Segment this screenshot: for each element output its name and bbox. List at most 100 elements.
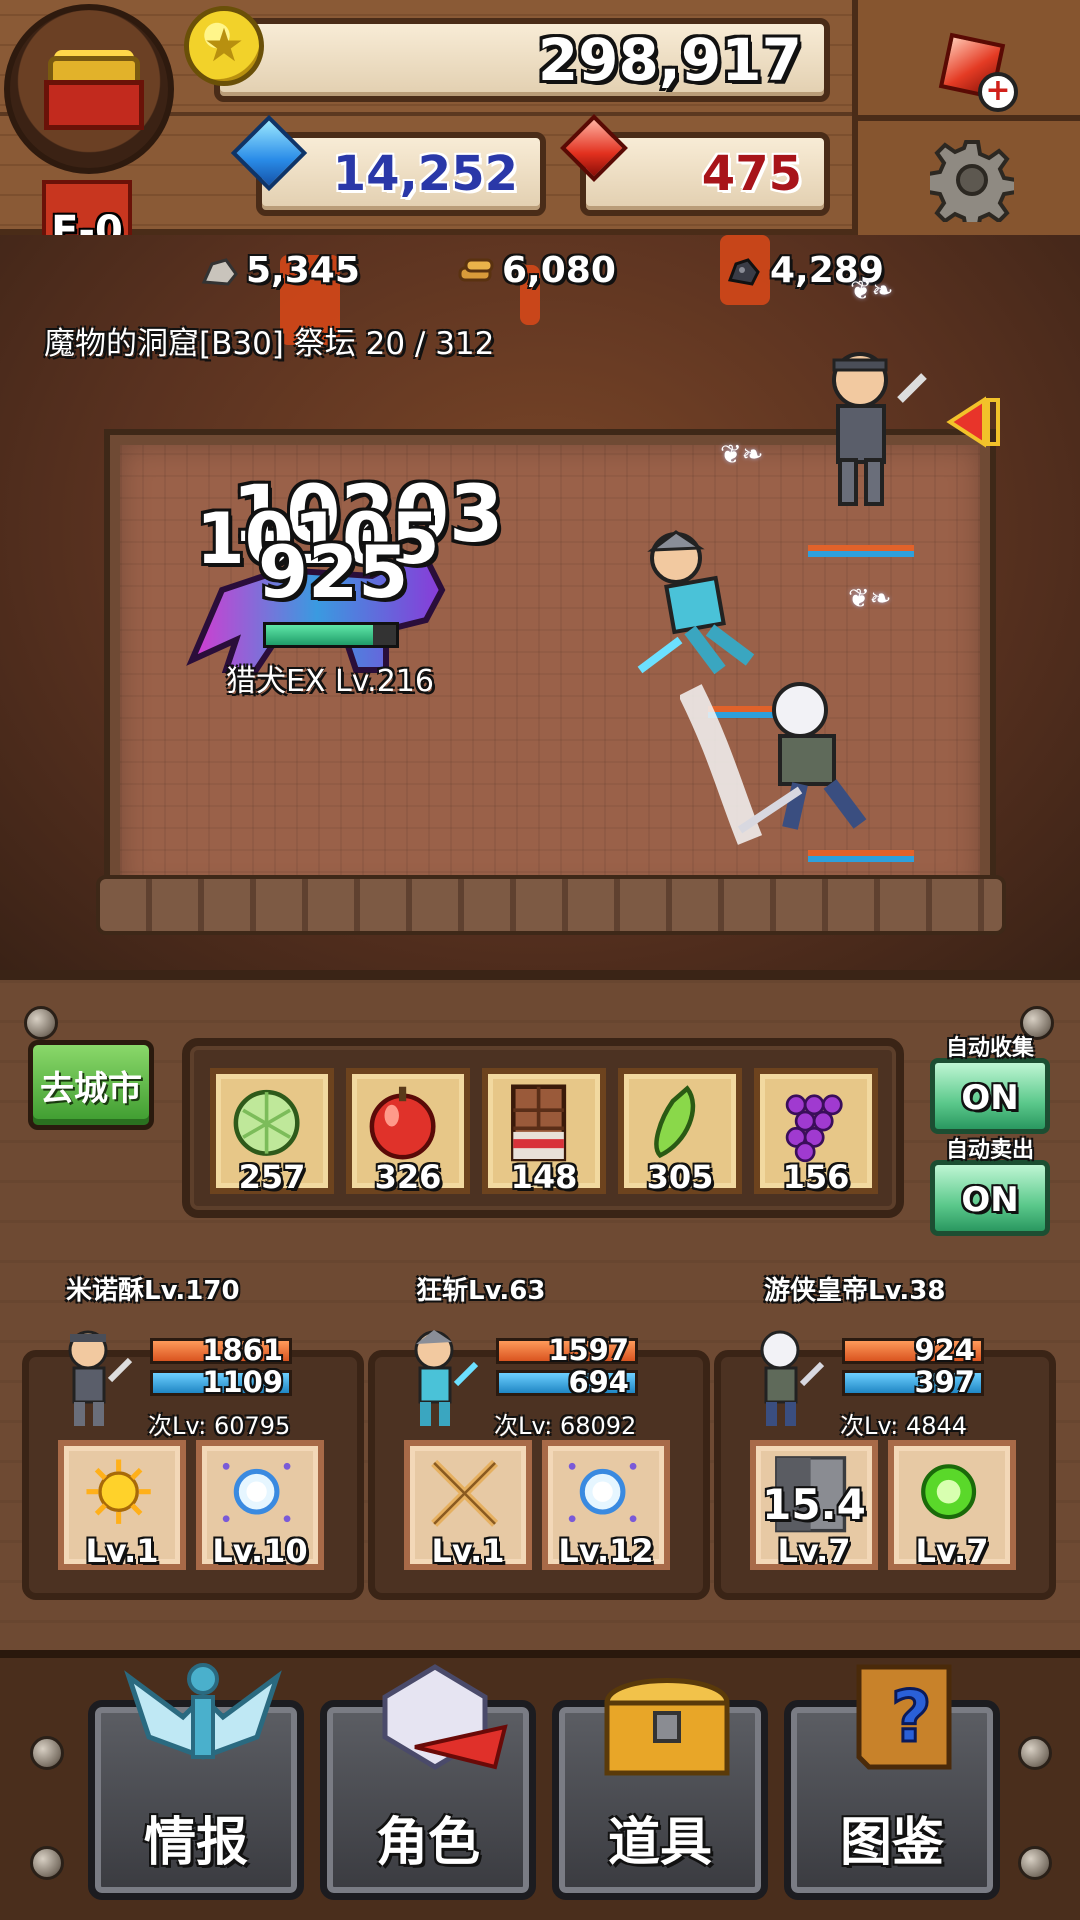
hero-mini-bar [808, 850, 914, 862]
character-portrait [760, 1330, 825, 1426]
gold-value: 298,917 [537, 26, 802, 94]
hero-mini-bar [808, 545, 914, 557]
info-icon [124, 1663, 282, 1760]
inventory-slot[interactable]: 305 [618, 1068, 742, 1196]
hero-sprite-kuangzhan[interactable] [630, 520, 780, 690]
bolt-decoration [30, 1736, 64, 1770]
go-to-town-button[interactable]: 去城市 [28, 1040, 154, 1130]
hero-sprite-ranger-emperor[interactable] [680, 670, 920, 850]
skill-level: Lv.7 [777, 1532, 851, 1570]
plus-icon: + [978, 72, 1018, 112]
skill-slot[interactable]: Lv.1 [404, 1440, 532, 1570]
bolt-decoration [1018, 1736, 1052, 1770]
skill-level: Lv.7 [915, 1532, 989, 1570]
character-card-ranger-emperor[interactable]: 游侠皇帝Lv.38 924 397 次Lv: 4844 15.4 Lv.7 Lv… [714, 1270, 1056, 1600]
hero-sprite-minosu[interactable] [800, 340, 930, 520]
auto-sell-label: 自动卖出 [945, 1138, 1034, 1163]
stage-info: 魔物的洞窟[B30] 祭坛 20 / 312 [44, 326, 495, 362]
auto-collect-toggle[interactable]: 自动收集 ON [930, 1030, 1050, 1134]
nav-items-button[interactable]: 道具 [552, 1678, 768, 1900]
skill-slot[interactable]: Lv.12 [542, 1440, 670, 1570]
skill-slot[interactable]: Lv.1 [58, 1440, 186, 1570]
treasure-chest-icon [44, 50, 144, 130]
buff-wing-icon: ❦❧ [848, 584, 892, 614]
item-count: 148 [510, 1158, 578, 1196]
nav-info-button[interactable]: 情报 [88, 1663, 304, 1900]
svg-text:?: ? [891, 1676, 932, 1758]
auto-collect-state: ON [930, 1058, 1050, 1134]
retreat-arrow-icon[interactable] [944, 392, 1004, 452]
mp-bar: 1109 [150, 1368, 292, 1397]
buff-wing-icon: ❦❧ [720, 440, 764, 470]
character-portrait [414, 1330, 479, 1426]
auto-sell-state: ON [930, 1160, 1050, 1236]
nav-label: 道具 [607, 1813, 712, 1873]
character-name: 游侠皇帝Lv.38 [764, 1276, 946, 1306]
inventory-bar: 257 326 148 305 156 [182, 1038, 904, 1218]
auto-collect-label: 自动收集 [945, 1036, 1034, 1061]
resource-wood: 6,080 [456, 250, 616, 291]
wood-value: 6,080 [502, 250, 616, 291]
nav-label: 图鉴 [839, 1813, 944, 1873]
gear-icon[interactable] [930, 138, 1014, 222]
skill-slot[interactable]: Lv.10 [196, 1440, 324, 1570]
treasure-emblem[interactable] [4, 4, 174, 174]
hp-bar: 924 [842, 1336, 984, 1365]
bolt-decoration [1018, 1846, 1052, 1880]
character-icon [382, 1664, 508, 1770]
nav-label: 情报 [143, 1813, 248, 1873]
character-name: 狂斩Lv.63 [416, 1276, 546, 1306]
skill-level: Lv.1 [431, 1532, 505, 1570]
character-name: 米诺酥Lv.170 [66, 1276, 240, 1306]
bolt-decoration [30, 1846, 64, 1880]
inventory-slot[interactable]: 156 [754, 1068, 878, 1196]
skill-cooldown: 15.4 [762, 1480, 866, 1529]
inventory-slot[interactable]: 148 [482, 1068, 606, 1196]
buy-gems-button[interactable]: + [938, 32, 1018, 112]
next-level-exp: 次Lv: 60795 [148, 1412, 291, 1440]
nav-label: 角色 [375, 1813, 480, 1873]
damage-number: 925 [258, 530, 409, 614]
encyclopedia-icon: ? [856, 1664, 952, 1770]
treasure-chest-icon [604, 1678, 730, 1776]
red-gem-value: 475 [701, 146, 802, 202]
item-count: 257 [238, 1158, 306, 1196]
character-portrait [68, 1330, 133, 1426]
next-level-exp: 次Lv: 68092 [494, 1412, 637, 1440]
blue-gem-value: 14,252 [332, 146, 518, 202]
nav-character-button[interactable]: 角色 [320, 1664, 536, 1900]
panel-divider [858, 115, 1080, 121]
item-count: 326 [374, 1158, 442, 1196]
skill-slot[interactable]: 15.4 Lv.7 [750, 1440, 878, 1570]
gold-counter: 298,917 [214, 18, 830, 102]
character-card-kuangzhan[interactable]: 狂斩Lv.63 1597 694 次Lv: 68092 Lv.1 Lv.12 [368, 1270, 710, 1600]
nav-encyclopedia-button[interactable]: ? 图鉴 [784, 1664, 1000, 1900]
hp-bar: 1861 [150, 1336, 292, 1365]
hp-bar: 1597 [496, 1336, 638, 1365]
wood-icon [458, 258, 494, 281]
arena-border [96, 875, 1006, 935]
character-card-minosu[interactable]: 米诺酥Lv.170 1861 1109 次Lv: 60795 Lv.1 Lv.1… [22, 1270, 364, 1600]
ore-icon [201, 257, 238, 286]
inventory-slot[interactable]: 326 [346, 1068, 470, 1196]
enemy-hp-fill [266, 625, 373, 645]
item-count: 156 [782, 1158, 850, 1196]
auto-sell-toggle[interactable]: 自动卖出 ON [930, 1132, 1050, 1236]
skill-level: Lv.10 [212, 1532, 308, 1570]
enemy-hp-bar [263, 622, 399, 648]
mp-bar: 397 [842, 1368, 984, 1397]
resource-ore: 5,345 [200, 250, 360, 291]
item-count: 305 [646, 1158, 714, 1196]
mp-bar: 694 [496, 1368, 638, 1397]
skill-slot[interactable]: Lv.7 [888, 1440, 1016, 1570]
ore-value: 5,345 [246, 250, 360, 291]
next-level-exp: 次Lv: 4844 [840, 1412, 968, 1440]
gold-coin-icon: ★ [184, 6, 264, 86]
coal-icon [727, 257, 760, 286]
skill-level: Lv.12 [558, 1532, 654, 1570]
skill-level: Lv.1 [85, 1532, 159, 1570]
bolt-decoration [24, 1006, 58, 1040]
buff-wing-icon: ❦❧ [850, 276, 894, 306]
inventory-slot[interactable]: 257 [210, 1068, 334, 1196]
enemy-name: 猎犬EX Lv.216 [226, 664, 434, 699]
